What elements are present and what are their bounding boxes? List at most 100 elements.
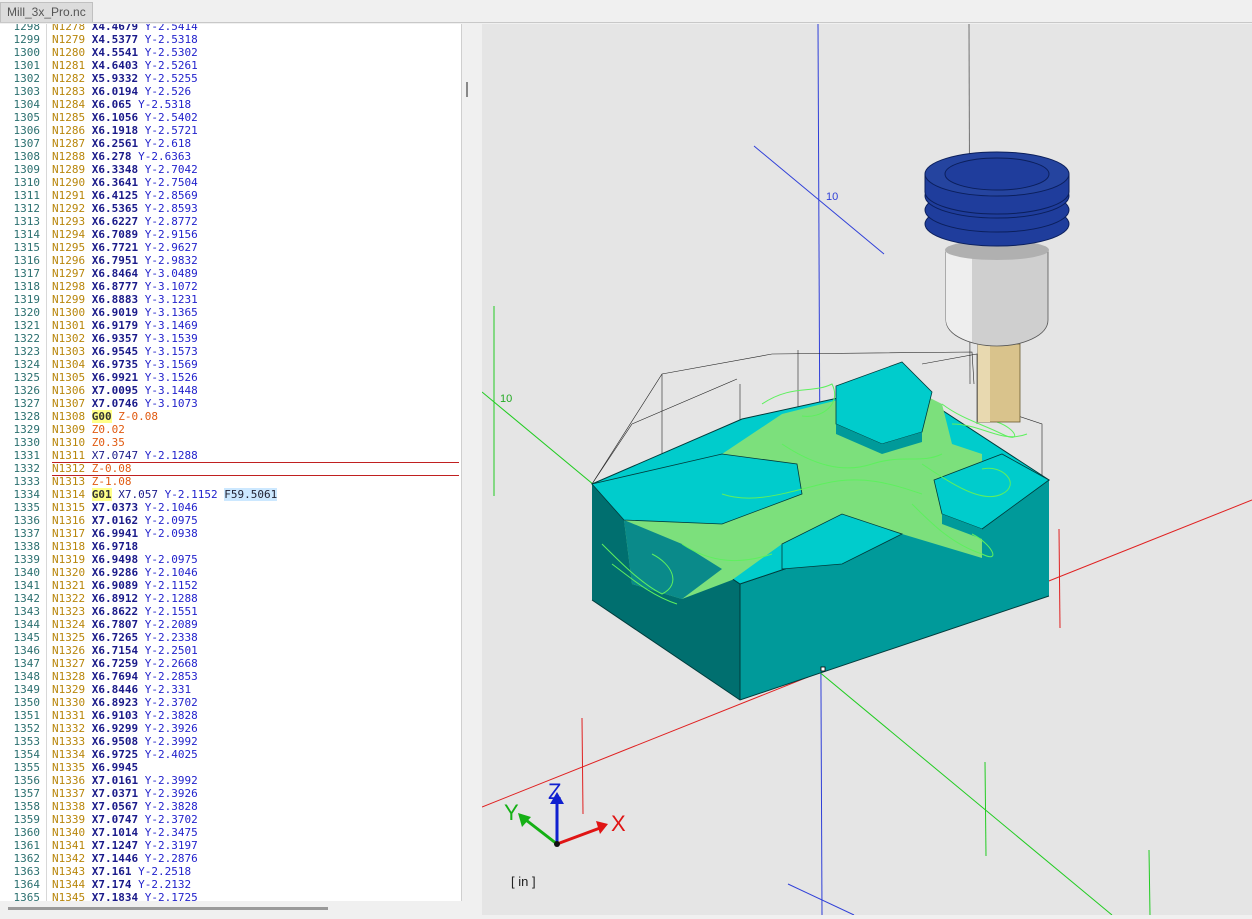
code-line[interactable]: 1354 N1334 X6.9725 Y-2.4025 [0,748,461,761]
code-line[interactable]: 1340 N1320 X6.9286 Y-2.1046 [0,566,461,579]
code-line[interactable]: 1311 N1291 X6.4125 Y-2.8569 [0,189,461,202]
3d-viewport[interactable]: 10 10 Z X Y [481,23,1252,916]
code-line[interactable]: 1359 N1339 X7.0747 Y-2.3702 [0,813,461,826]
code-line[interactable]: 1355 N1335 X6.9945 [0,761,461,774]
code-line[interactable]: 1341 N1321 X6.9089 Y-2.1152 [0,579,461,592]
code-line[interactable]: 1339 N1319 X6.9498 Y-2.0975 [0,553,461,566]
code-line[interactable]: 1364 N1344 X7.174 Y-2.2132 [0,878,461,891]
code-line[interactable]: 1309 N1289 X6.3348 Y-2.7042 [0,163,461,176]
code-line[interactable]: 1348 N1328 X6.7694 Y-2.2853 [0,670,461,683]
axis-triad-icon: Z X Y [504,779,626,847]
code-line[interactable]: 1347 N1327 X6.7259 Y-2.2668 [0,657,461,670]
code-word-y: Y-2.8593 [144,202,198,215]
code-line[interactable]: 1350 N1330 X6.8923 Y-2.3702 [0,696,461,709]
code-line[interactable]: 1344 N1324 X6.7807 Y-2.2089 [0,618,461,631]
code-line[interactable]: 1303 N1283 X6.0194 Y-2.526 [0,85,461,98]
code-line[interactable]: 1305 N1285 X6.1056 Y-2.5402 [0,111,461,124]
code-line[interactable]: 1357 N1337 X7.0371 Y-2.3926 [0,787,461,800]
code-line[interactable]: 1308 N1288 X6.278 Y-2.6363 [0,150,461,163]
grid-line-blue [787,883,855,916]
code-line[interactable]: 1362 N1342 X7.1446 Y-2.2876 [0,852,461,865]
code-text: N1333 X6.9508 Y-2.3992 [52,735,204,748]
line-number: 1345 [13,631,41,644]
code-line[interactable]: 1325 N1305 X6.9921 Y-3.1526 [0,371,461,384]
code-line[interactable]: 1300 N1280 X4.5541 Y-2.5302 [0,46,461,59]
code-text: N1343 X7.161 Y-2.2518 [52,865,198,878]
line-number: 1313 [13,215,41,228]
code-word-y: Y-3.0489 [144,267,198,280]
code-word-x: X6.9735 [91,358,139,371]
code-line[interactable]: 1327 N1307 X7.0746 Y-3.1073 [0,397,461,410]
code-line[interactable]: 1338 N1318 X6.9718 [0,540,461,553]
line-number: 1359 [13,813,41,826]
code-word-x: X6.9089 [91,579,139,592]
code-line[interactable]: 1302 N1282 X5.9332 Y-2.5255 [0,72,461,85]
code-line[interactable]: 1319 N1299 X6.8883 Y-3.1231 [0,293,461,306]
code-line[interactable]: 1361 N1341 X7.1247 Y-2.3197 [0,839,461,852]
code-line[interactable]: 1323 N1303 X6.9545 Y-3.1573 [0,345,461,358]
splitter-grip[interactable] [466,82,468,97]
code-line[interactable]: 1351 N1331 X6.9103 Y-2.3828 [0,709,461,722]
code-line[interactable]: 1336 N1316 X7.0162 Y-2.0975 [0,514,461,527]
code-text: N1303 X6.9545 Y-3.1573 [52,345,204,358]
code-line[interactable]: 1352 N1332 X6.9299 Y-2.3926 [0,722,461,735]
code-text: N1331 X6.9103 Y-2.3828 [52,709,204,722]
code-line[interactable]: 1299 N1279 X4.5377 Y-2.5318 [0,33,461,46]
code-line[interactable]: 1345 N1325 X6.7265 Y-2.2338 [0,631,461,644]
code-line[interactable]: 1330 N1310 Z0.35 [0,436,461,449]
code-line[interactable]: 1328 N1308 G00 Z-0.08 [0,410,461,423]
code-line[interactable]: 1314 N1294 X6.7089 Y-2.9156 [0,228,461,241]
code-word-y: Y-3.1539 [144,332,198,345]
code-line[interactable]: 1353 N1333 X6.9508 Y-2.3992 [0,735,461,748]
code-text: N1286 X6.1918 Y-2.5721 [52,124,204,137]
code-line[interactable]: 1332 N1312 Z-0.08 [0,462,461,476]
code-line[interactable]: 1312 N1292 X6.5365 Y-2.8593 [0,202,461,215]
code-line[interactable]: 1342 N1322 X6.8912 Y-2.1288 [0,592,461,605]
code-line[interactable]: 1318 N1298 X6.8777 Y-3.1072 [0,280,461,293]
code-line[interactable]: 1329 N1309 Z0.02 [0,423,461,436]
code-line[interactable]: 1307 N1287 X6.2561 Y-2.618 [0,137,461,150]
simulation-scene[interactable]: 10 10 Z X Y [481,23,1252,916]
line-number: 1347 [13,657,41,670]
code-text: N1295 X6.7721 Y-2.9627 [52,241,204,254]
code-line[interactable]: 1358 N1338 X7.0567 Y-2.3828 [0,800,461,813]
pane-splitter[interactable] [462,24,482,915]
code-line[interactable]: 1326 N1306 X7.0095 Y-3.1448 [0,384,461,397]
code-line[interactable]: 1315 N1295 X6.7721 Y-2.9627 [0,241,461,254]
code-line[interactable]: 1310 N1290 X6.3641 Y-2.7504 [0,176,461,189]
origin-marker [820,666,826,672]
code-line[interactable]: 1322 N1302 X6.9357 Y-3.1539 [0,332,461,345]
code-line[interactable]: 1363 N1343 X7.161 Y-2.2518 [0,865,461,878]
tab-file[interactable]: Mill_3x_Pro.nc [0,2,93,22]
code-line[interactable]: 1320 N1300 X6.9019 Y-3.1365 [0,306,461,319]
code-line[interactable]: 1321 N1301 X6.9179 Y-3.1469 [0,319,461,332]
line-number: 1310 [13,176,41,189]
code-word-x: X6.3641 [91,176,139,189]
scrollbar-thumb[interactable] [8,907,328,910]
code-line[interactable]: 1316 N1296 X6.7951 Y-2.9832 [0,254,461,267]
code-line[interactable]: 1304 N1284 X6.065 Y-2.5318 [0,98,461,111]
code-line[interactable]: 1334 N1314 G01 X7.057 Y-2.1152 F59.5061 [0,488,461,501]
code-line[interactable]: 1349 N1329 X6.8446 Y-2.331 [0,683,461,696]
code-line[interactable]: 1301 N1281 X4.6403 Y-2.5261 [0,59,461,72]
code-line[interactable]: 1306 N1286 X6.1918 Y-2.5721 [0,124,461,137]
code-line[interactable]: 1333 N1313 Z-1.08 [0,475,461,488]
code-line[interactable]: 1298 N1278 X4.4679 Y-2.5414 [0,24,461,33]
code-line[interactable]: 1365 N1345 X7.1834 Y-2.1725 [0,891,461,901]
code-line[interactable]: 1343 N1323 X6.8622 Y-2.1551 [0,605,461,618]
code-word-p: X7.057 [118,488,158,501]
code-line[interactable]: 1331 N1311 X7.0747 Y-2.1288 [0,449,461,462]
code-line[interactable]: 1356 N1336 X7.0161 Y-2.3992 [0,774,461,787]
code-word-x: X6.8883 [91,293,139,306]
code-word-x: X6.7154 [91,644,139,657]
code-line[interactable]: 1337 N1317 X6.9941 Y-2.0938 [0,527,461,540]
code-line[interactable]: 1346 N1326 X6.7154 Y-2.2501 [0,644,461,657]
code-line[interactable]: 1360 N1340 X7.1014 Y-2.3475 [0,826,461,839]
code-line[interactable]: 1313 N1293 X6.6227 Y-2.8772 [0,215,461,228]
nc-code-editor[interactable]: 1298 N1278 X4.4679 Y-2.5414 1299 N1279 X4.… [0,24,462,901]
code-line[interactable]: 1335 N1315 X7.0373 Y-2.1046 [0,501,461,514]
horizontal-scrollbar[interactable] [0,901,461,915]
code-line[interactable]: 1324 N1304 X6.9735 Y-3.1569 [0,358,461,371]
code-line[interactable]: 1317 N1297 X6.8464 Y-3.0489 [0,267,461,280]
line-number: 1365 [13,891,41,901]
